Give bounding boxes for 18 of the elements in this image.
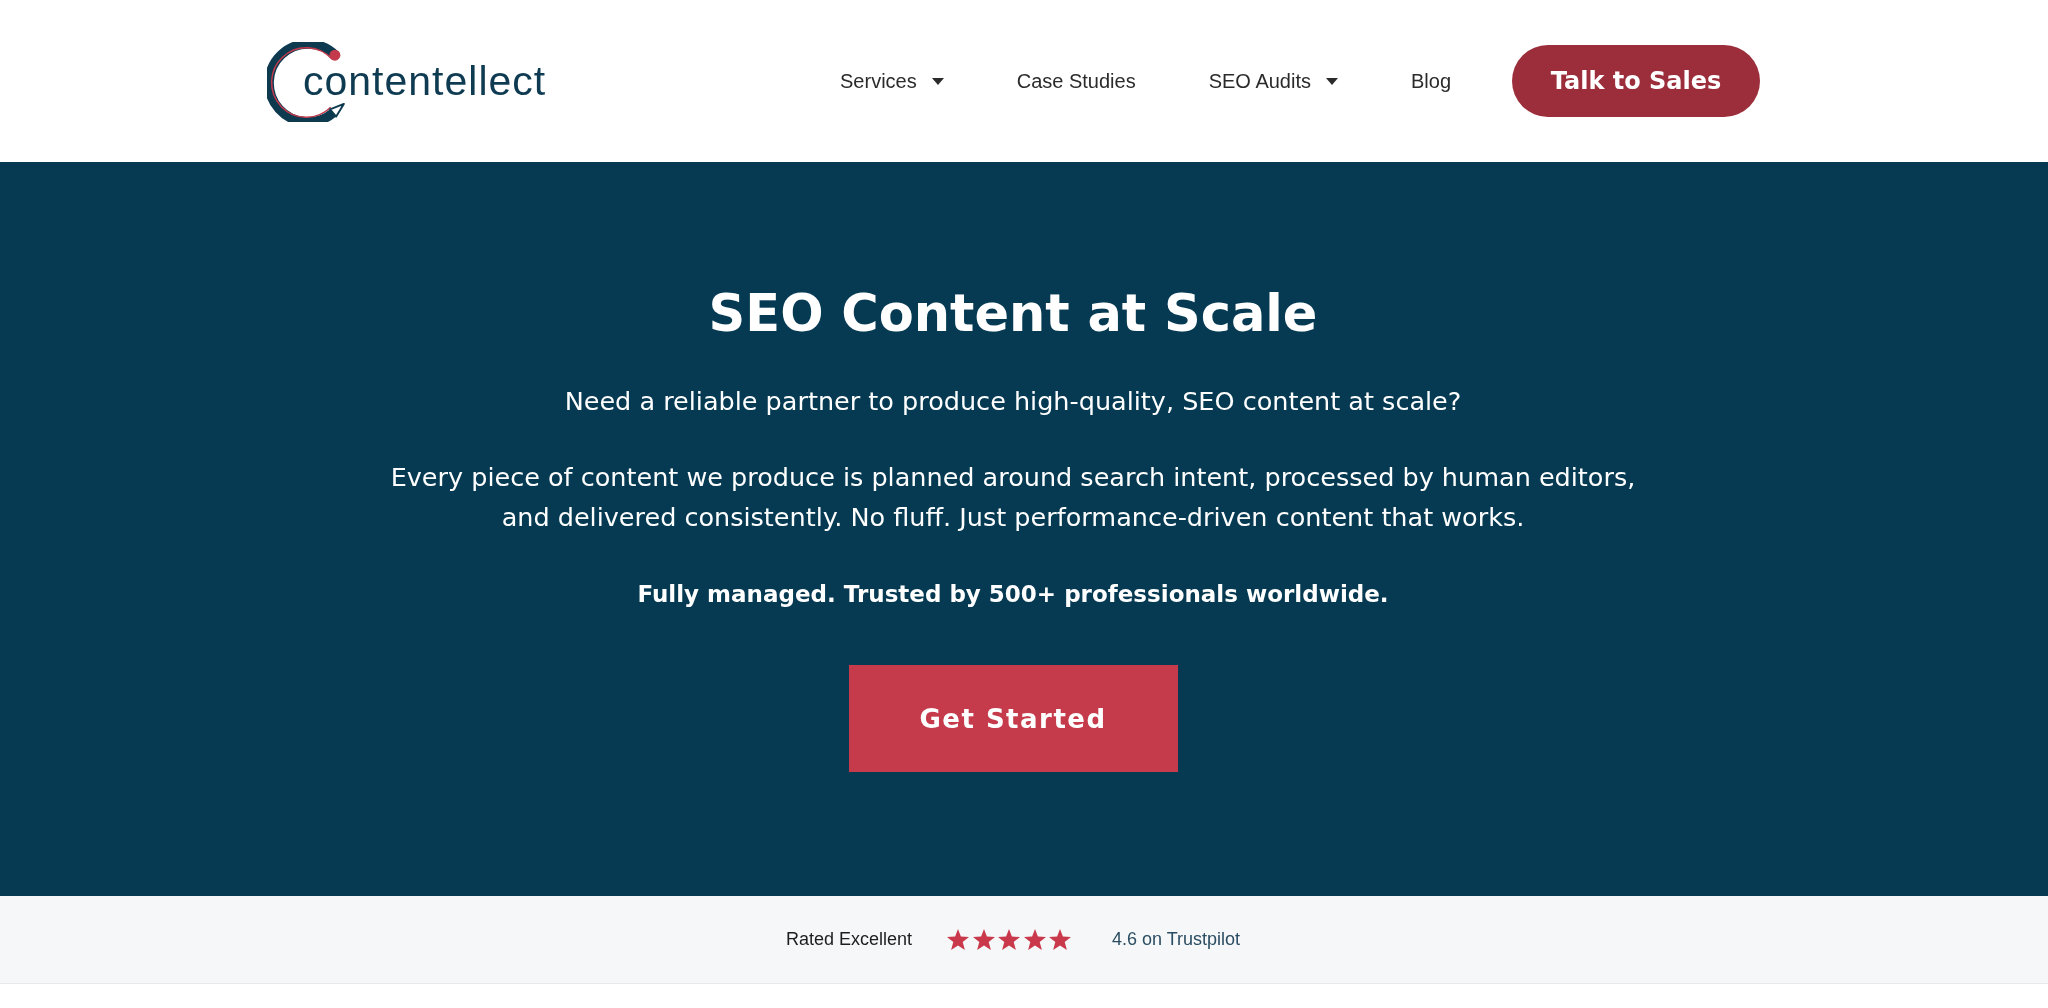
nav-link[interactable]: SEO Audits (1208, 69, 1338, 93)
hero-description: Every piece of content we produce is planned around search intent, processed by human editors, and delivered consistently. No fluff. Just performance-driven content that works. (389, 461, 1637, 534)
hero-tagline: Fully managed. Trusted by 500+ professionals worldwide. (637, 580, 1389, 609)
trustpilot-score-link[interactable]: 4.6 on Trustpilot (1112, 929, 1241, 950)
hero-title: SEO Content at Scale (708, 283, 1318, 345)
star-icon (1049, 929, 1071, 950)
star-icon (1023, 929, 1046, 950)
star-icon (998, 929, 1020, 950)
star-icon (947, 929, 969, 950)
get-started-button[interactable]: Get Started (848, 665, 1178, 772)
nav-link[interactable]: Case Studies (1016, 69, 1136, 93)
logo-link[interactable]: contentellect (267, 40, 547, 122)
nav-link[interactable]: Blog (1410, 69, 1451, 93)
talk-to-sales-button[interactable]: Talk to Sales (1512, 45, 1760, 117)
rating-label: Rated Excellent (785, 929, 912, 950)
hero-subtitle: Need a reliable partner to produce high-quality, SEO content at scale? (564, 385, 1462, 418)
star-icon (972, 929, 995, 950)
nav-link[interactable]: Services (840, 69, 944, 93)
